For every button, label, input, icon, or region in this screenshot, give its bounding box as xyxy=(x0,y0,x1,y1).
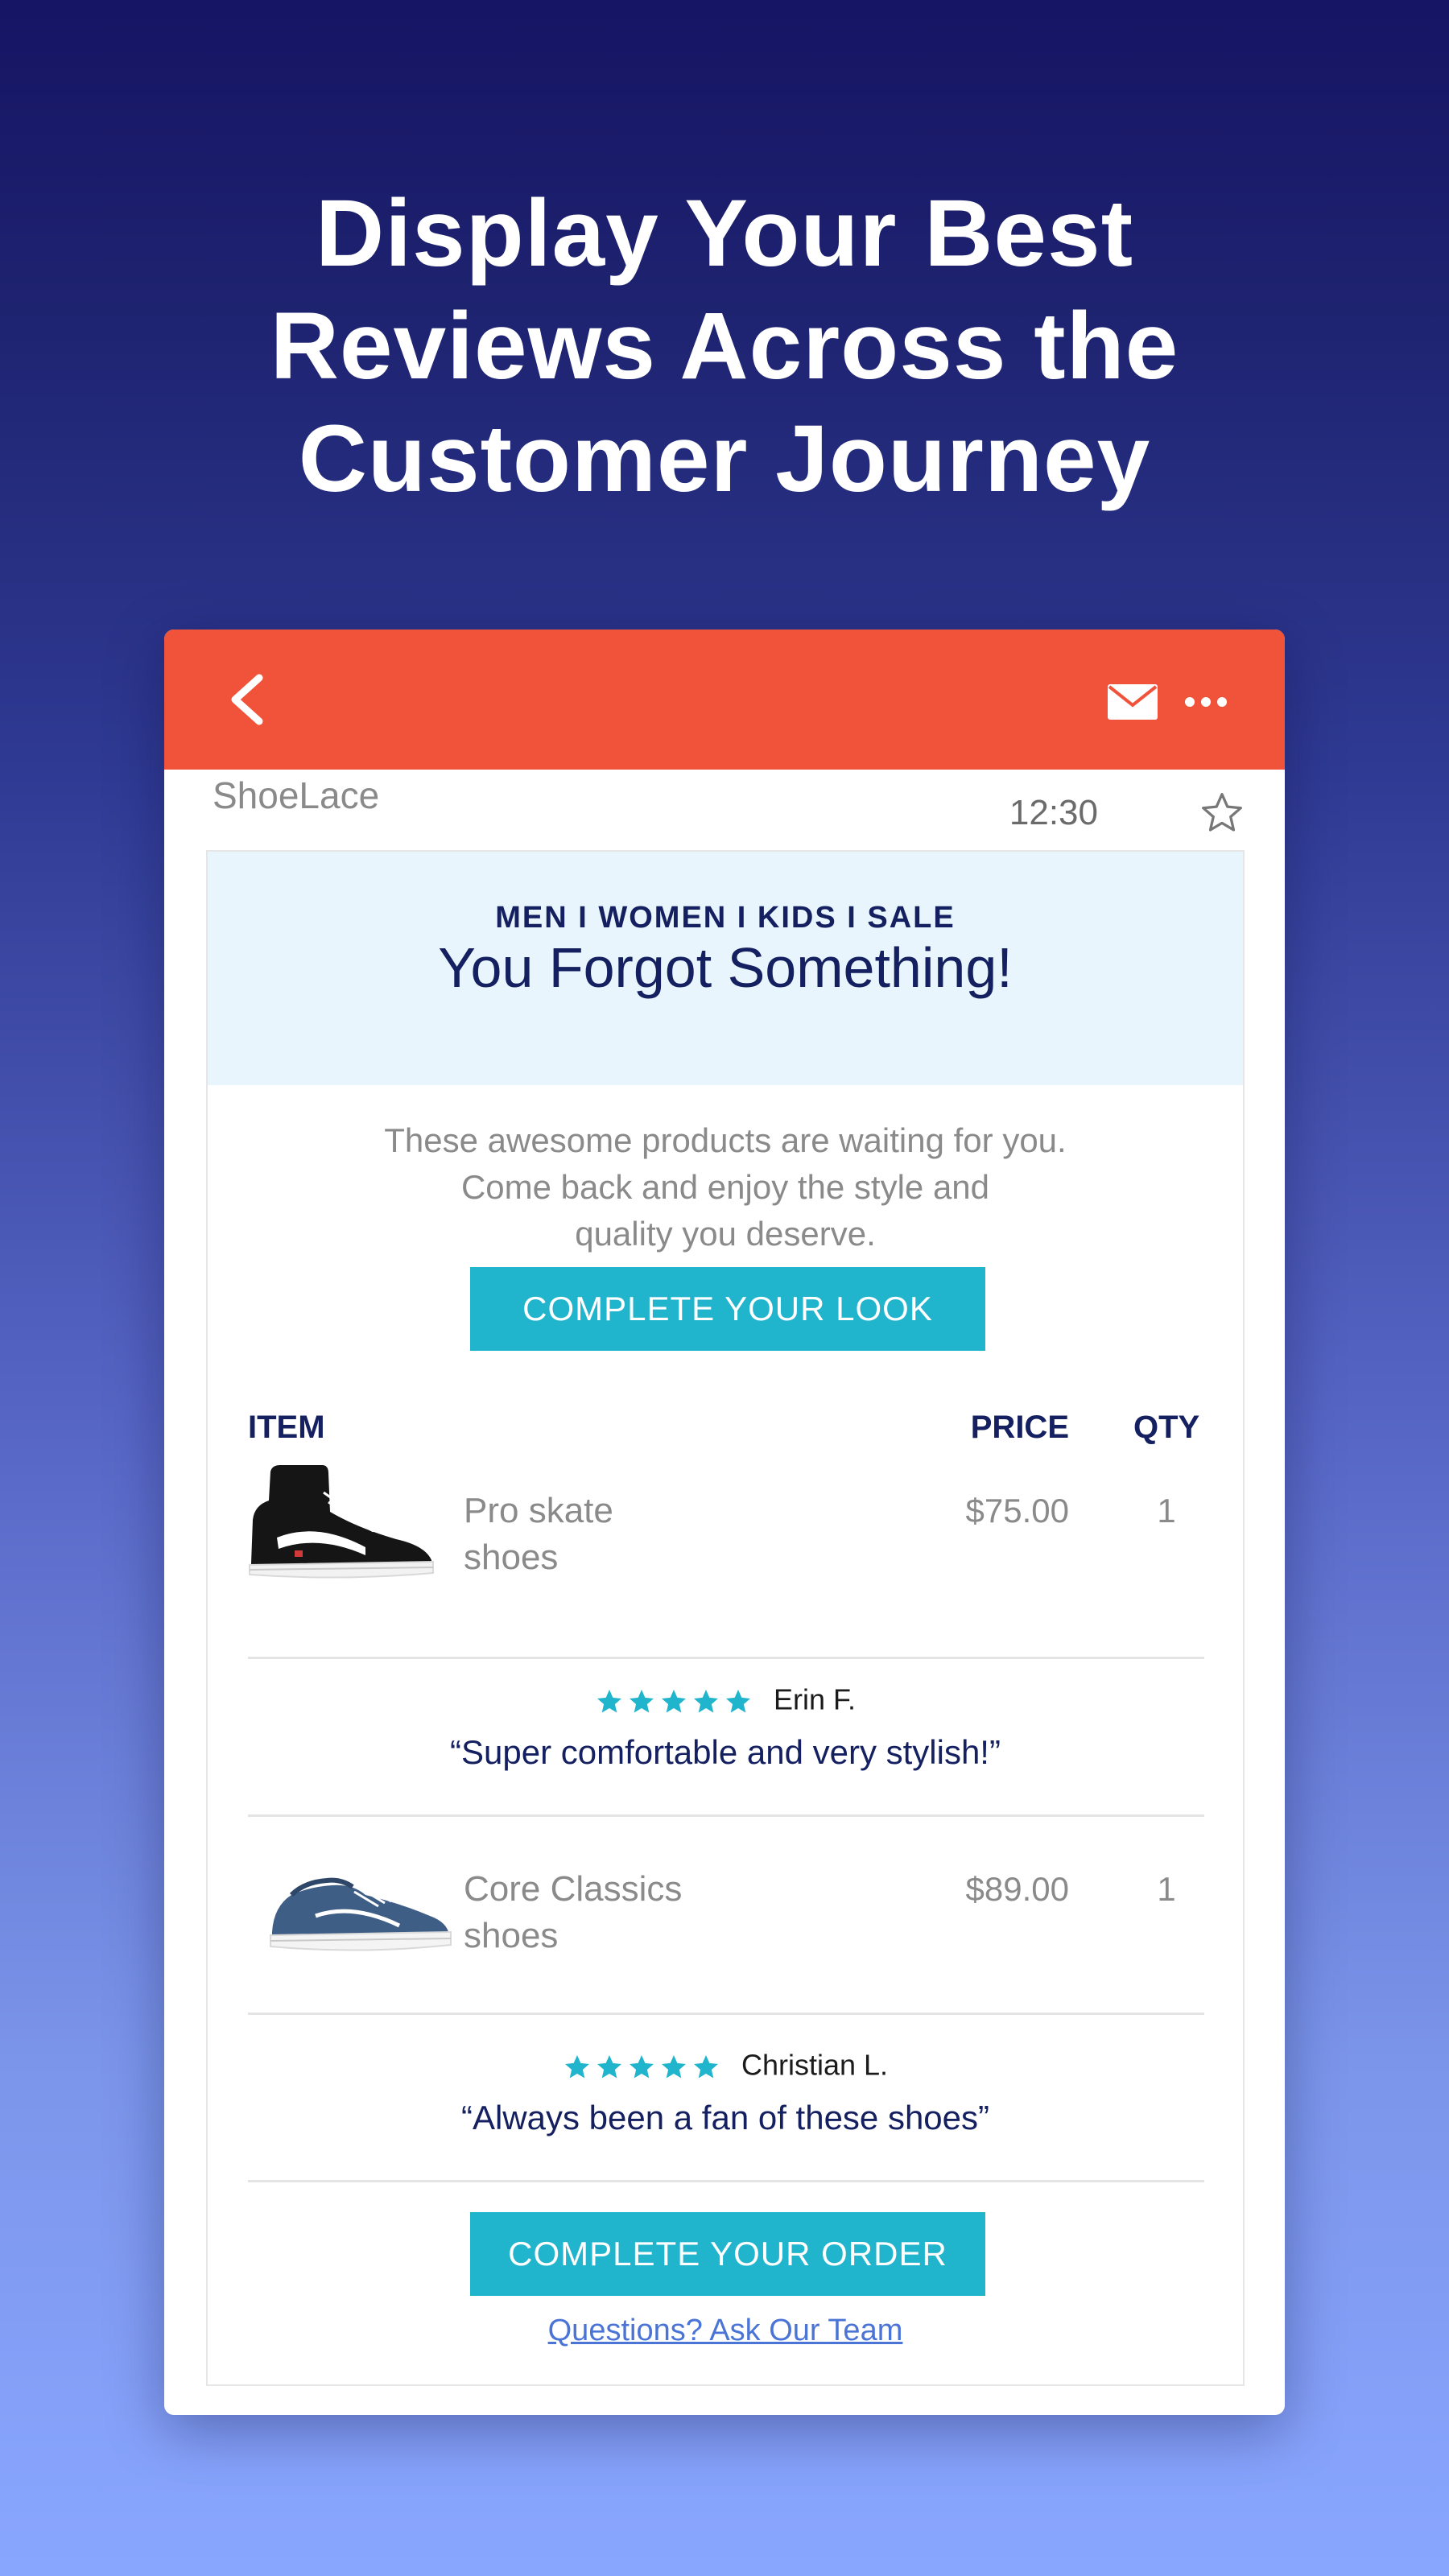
row-divider xyxy=(248,1814,1204,1817)
review-header: Christian L. xyxy=(208,2043,1243,2085)
headline-line: Display Your Best xyxy=(316,180,1133,287)
sender-name: ShoeLace xyxy=(213,774,380,816)
product-price: $75.00 xyxy=(965,1492,1069,1530)
reviewer-name: Christian L. xyxy=(741,2048,889,2082)
headline: Display Your Best Reviews Across the Cus… xyxy=(0,177,1449,515)
intro-line: These awesome products are waiting for y… xyxy=(384,1121,1067,1159)
complete-look-button[interactable]: COMPLETE YOUR LOOK xyxy=(470,1267,985,1351)
product-name-line: shoes xyxy=(464,1916,559,1955)
email-toolbar xyxy=(164,630,1285,770)
product-qty: 1 xyxy=(1157,1492,1176,1530)
product-name-line: Pro skate xyxy=(464,1491,613,1530)
star-filled-icon xyxy=(597,1689,621,1713)
headline-line: Reviews Across the xyxy=(270,293,1179,399)
more-horizontal-icon[interactable] xyxy=(1183,694,1228,710)
star-filled-icon xyxy=(693,2054,718,2079)
ask-team-link[interactable]: Questions? Ask Our Team xyxy=(208,2310,1243,2351)
star-filled-icon xyxy=(693,1689,718,1713)
star-filled-icon xyxy=(661,1689,686,1713)
product-price: $89.00 xyxy=(965,1870,1069,1908)
chevron-left-icon[interactable] xyxy=(222,671,270,728)
product-name[interactable]: Core Classics shoes xyxy=(464,1866,705,1959)
headline-line: Customer Journey xyxy=(298,406,1151,512)
email-body: MEN I WOMEN I KIDS I SALE You Forgot Som… xyxy=(206,850,1245,2386)
intro-line: Come back and enjoy the style and xyxy=(460,1168,990,1206)
five-star-rating xyxy=(595,1679,756,1719)
column-header-price: PRICE xyxy=(970,1410,1069,1445)
product-name-line: shoes xyxy=(464,1538,559,1577)
star-outline-icon[interactable] xyxy=(1199,791,1245,836)
column-header-item: ITEM xyxy=(248,1410,325,1445)
star-filled-icon xyxy=(629,1689,654,1713)
message-time: 12:30 xyxy=(1009,793,1098,832)
email-title: You Forgot Something! xyxy=(438,936,1013,999)
reviewer-name: Erin F. xyxy=(773,1682,857,1716)
classic-shoe-image[interactable] xyxy=(264,1839,457,1959)
envelope-icon[interactable] xyxy=(1108,684,1158,720)
email-header: MEN I WOMEN I KIDS I SALE You Forgot Som… xyxy=(208,852,1243,1085)
intro-text: These awesome products are waiting for y… xyxy=(208,1117,1243,1257)
product-qty: 1 xyxy=(1157,1870,1176,1908)
star-filled-icon xyxy=(661,2054,686,2079)
star-filled-icon xyxy=(725,1689,750,1713)
product-name[interactable]: Pro skate shoes xyxy=(464,1488,705,1581)
review-quote: “Always been a fan of these shoes” xyxy=(460,2099,990,2136)
row-divider xyxy=(248,2013,1204,2015)
row-divider xyxy=(248,1657,1204,1659)
skate-shoe-image[interactable] xyxy=(245,1460,438,1581)
star-filled-icon xyxy=(597,2054,621,2079)
star-filled-icon xyxy=(564,2054,589,2079)
intro-line: quality you deserve. xyxy=(575,1215,876,1253)
review-header: Erin F. xyxy=(208,1678,1243,1719)
email-app-window: ShoeLace 12:30 MEN I WOMEN I KIDS I SALE… xyxy=(164,630,1285,2415)
complete-order-button[interactable]: COMPLETE YOUR ORDER xyxy=(470,2212,985,2296)
product-name-line: Core Classics xyxy=(464,1869,683,1909)
row-divider xyxy=(248,2180,1204,2182)
five-star-rating xyxy=(563,2045,724,2085)
review-quote: “Super comfortable and very stylish!” xyxy=(450,1733,1001,1771)
column-header-qty: QTY xyxy=(1133,1410,1200,1445)
star-filled-icon xyxy=(629,2054,654,2079)
